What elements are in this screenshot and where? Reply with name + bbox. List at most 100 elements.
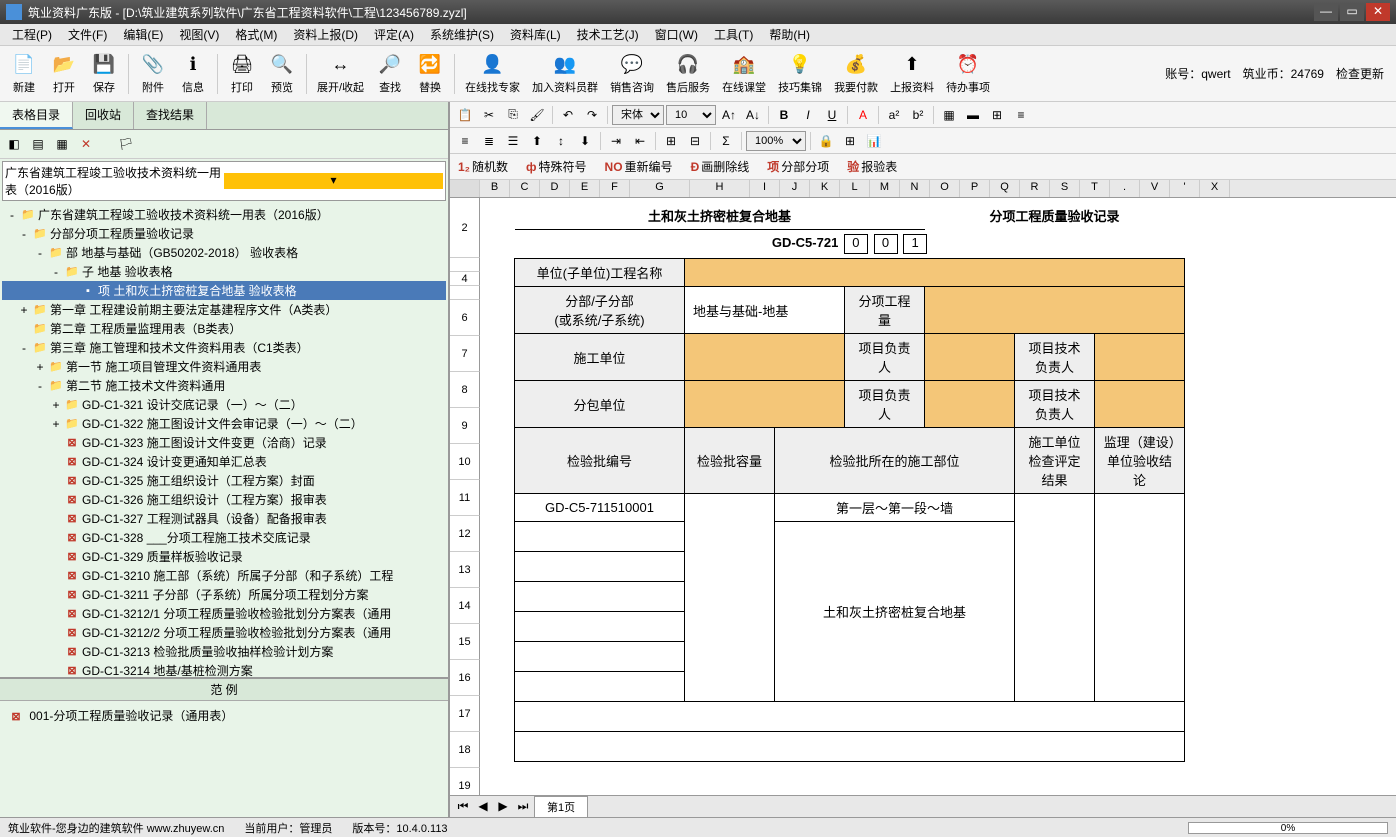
tree-tool-flag[interactable]: 🏳 xyxy=(116,134,136,154)
format-painter-icon[interactable]: 🖌 xyxy=(526,105,548,125)
tree-node[interactable]: ⊠GD-C1-3212/2 分项工程质量验收检验批划分方案表（通用 xyxy=(2,623,446,642)
font-color-icon[interactable]: A xyxy=(852,105,874,125)
col-header[interactable]: Q xyxy=(990,180,1020,197)
valign-mid-icon[interactable]: ↕ xyxy=(550,131,572,151)
row-header[interactable] xyxy=(450,258,480,272)
col-header[interactable]: F xyxy=(600,180,630,197)
row-header[interactable]: 7 xyxy=(450,336,480,372)
unit-name-cell[interactable] xyxy=(685,259,1185,287)
valign-top-icon[interactable]: ⬆ xyxy=(526,131,548,151)
align-icon[interactable]: ≡ xyxy=(1010,105,1032,125)
col-header[interactable]: I xyxy=(750,180,780,197)
subscript-icon[interactable]: b² xyxy=(907,105,929,125)
tree-node[interactable]: ⊠GD-C1-324 设计变更通知单汇总表 xyxy=(2,452,446,471)
tree-node[interactable]: ⊠GD-C1-325 施工组织设计（工程方案）封面 xyxy=(2,471,446,490)
row-header[interactable]: 8 xyxy=(450,372,480,408)
border-icon[interactable]: ▦ xyxy=(938,105,960,125)
col-header[interactable]: C xyxy=(510,180,540,197)
tree-node[interactable]: ⊠GD-C1-3213 检验批质量验收抽样检验计划方案 xyxy=(2,642,446,661)
menu-item[interactable]: 文件(F) xyxy=(60,24,115,45)
tree-node[interactable]: -📁分部分项工程质量验收记录 xyxy=(2,224,446,243)
special-报验表[interactable]: 验报验表 xyxy=(843,156,901,177)
menu-item[interactable]: 系统维护(S) xyxy=(422,24,502,45)
dropdown-arrow-icon[interactable]: ▾ xyxy=(224,173,443,189)
font-select[interactable]: 宋体 xyxy=(612,105,664,125)
left-tab[interactable]: 查找结果 xyxy=(134,102,207,129)
tree-node[interactable]: +📁第一章 工程建设前期主要法定基建程序文件（A类表） xyxy=(2,300,446,319)
tree-node[interactable]: ⊠GD-C1-3214 地基/基桩检测方案 xyxy=(2,661,446,677)
maximize-button[interactable]: ▭ xyxy=(1340,3,1364,21)
zoom-select[interactable]: 100% xyxy=(746,131,806,151)
sheet-next-icon[interactable]: ▶ xyxy=(494,799,512,815)
toolbar-售后服务[interactable]: 🎧售后服务 xyxy=(660,51,716,97)
toolbar-我要付款[interactable]: 💰我要付款 xyxy=(828,51,884,97)
col-header[interactable]: X xyxy=(1200,180,1230,197)
tree-node[interactable]: +📁GD-C1-322 施工图设计文件会审记录（一）～（二） xyxy=(2,414,446,433)
align-center-icon[interactable]: ≣ xyxy=(478,131,500,151)
special-随机数[interactable]: 1₂随机数 xyxy=(454,156,512,177)
toolbar-查找[interactable]: 🔎查找 xyxy=(370,51,410,97)
col-header[interactable]: N xyxy=(900,180,930,197)
tree-node[interactable]: -📁第二节 施工技术文件资料通用 xyxy=(2,376,446,395)
tree-node[interactable]: ⊠GD-C1-327 工程测试器具（设备）配备报审表 xyxy=(2,509,446,528)
col-header[interactable]: J xyxy=(780,180,810,197)
row-header[interactable]: 14 xyxy=(450,588,480,624)
col-header[interactable]: E xyxy=(570,180,600,197)
italic-icon[interactable]: I xyxy=(797,105,819,125)
toolbar-在线找专家[interactable]: 👤在线找专家 xyxy=(459,51,526,97)
check-update-button[interactable]: 检查更新 xyxy=(1336,65,1384,82)
cut-icon[interactable]: ✂ xyxy=(478,105,500,125)
insert-icon[interactable]: ⊞ xyxy=(660,131,682,151)
form-table[interactable]: 土和灰土挤密桩复合地基 分项工程质量验收记录 GD-C5-721 0 0 1 xyxy=(514,202,1185,762)
col-header[interactable]: M xyxy=(870,180,900,197)
sheet-first-icon[interactable]: ⏮ xyxy=(454,799,472,815)
increase-font-icon[interactable]: A↑ xyxy=(718,105,740,125)
special-特殊符号[interactable]: ф特殊符号 xyxy=(522,156,591,177)
menu-item[interactable]: 格式(M) xyxy=(227,24,285,45)
toolbar-加入资料员群[interactable]: 👥加入资料员群 xyxy=(526,51,604,97)
row-header[interactable] xyxy=(450,286,480,300)
valign-bot-icon[interactable]: ⬇ xyxy=(574,131,596,151)
menu-item[interactable]: 工具(T) xyxy=(706,24,761,45)
row-header[interactable]: 18 xyxy=(450,732,480,768)
redo-icon[interactable]: ↷ xyxy=(581,105,603,125)
menu-item[interactable]: 资料库(L) xyxy=(502,24,569,45)
fontsize-select[interactable]: 10 xyxy=(666,105,716,125)
tree-node[interactable]: ⊠GD-C1-323 施工图设计文件变更（洽商）记录 xyxy=(2,433,446,452)
col-header[interactable]: O xyxy=(930,180,960,197)
special-画删除线[interactable]: Đ画删除线 xyxy=(687,156,754,177)
menu-item[interactable]: 帮助(H) xyxy=(761,24,818,45)
col-header[interactable]: R xyxy=(1020,180,1050,197)
left-tab[interactable]: 表格目录 xyxy=(0,102,73,129)
tree-node[interactable]: ⊠GD-C1-326 施工组织设计（工程方案）报审表 xyxy=(2,490,446,509)
tree-node[interactable]: -📁第三章 施工管理和技术文件资料用表（C1类表） xyxy=(2,338,446,357)
toolbar-替换[interactable]: 🔁替换 xyxy=(410,51,450,97)
col-header[interactable]: B xyxy=(480,180,510,197)
bold-icon[interactable]: B xyxy=(773,105,795,125)
chart-icon[interactable]: 📊 xyxy=(863,131,885,151)
row-header[interactable]: 17 xyxy=(450,696,480,732)
toolbar-信息[interactable]: ℹ信息 xyxy=(173,51,213,97)
superscript-icon[interactable]: a² xyxy=(883,105,905,125)
menu-item[interactable]: 技术工艺(J) xyxy=(569,24,647,45)
toolbar-预览[interactable]: 🔍预览 xyxy=(262,51,302,97)
tree-node[interactable]: -📁子 地基 验收表格 xyxy=(2,262,446,281)
menu-item[interactable]: 编辑(E) xyxy=(115,24,171,45)
col-header[interactable]: S xyxy=(1050,180,1080,197)
undo-icon[interactable]: ↶ xyxy=(557,105,579,125)
toolbar-新建[interactable]: 📄新建 xyxy=(4,51,44,97)
tree-node[interactable]: 📁第二章 工程质量监理用表（B类表） xyxy=(2,319,446,338)
row-header[interactable]: 13 xyxy=(450,552,480,588)
col-header[interactable]: G xyxy=(630,180,690,197)
minimize-button[interactable]: — xyxy=(1314,3,1338,21)
tree-node[interactable]: ⊠GD-C1-328 ___分项工程施工技术交底记录 xyxy=(2,528,446,547)
tree-node[interactable]: -📁广东省建筑工程竣工验收技术资料统一用表（2016版） xyxy=(2,205,446,224)
tree-node[interactable]: +📁GD-C1-321 设计交底记录（一）～（二） xyxy=(2,395,446,414)
col-header[interactable]: K xyxy=(810,180,840,197)
paste-icon[interactable]: 📋 xyxy=(454,105,476,125)
row-header[interactable]: 6 xyxy=(450,300,480,336)
copy-icon[interactable]: ⎘ xyxy=(502,105,524,125)
tree-node[interactable]: -📁部 地基与基础（GB50202-2018） 验收表格 xyxy=(2,243,446,262)
row-header[interactable]: 12 xyxy=(450,516,480,552)
tree-node[interactable]: ⊠GD-C1-3212/1 分项工程质量验收检验批划分方案表（通用 xyxy=(2,604,446,623)
